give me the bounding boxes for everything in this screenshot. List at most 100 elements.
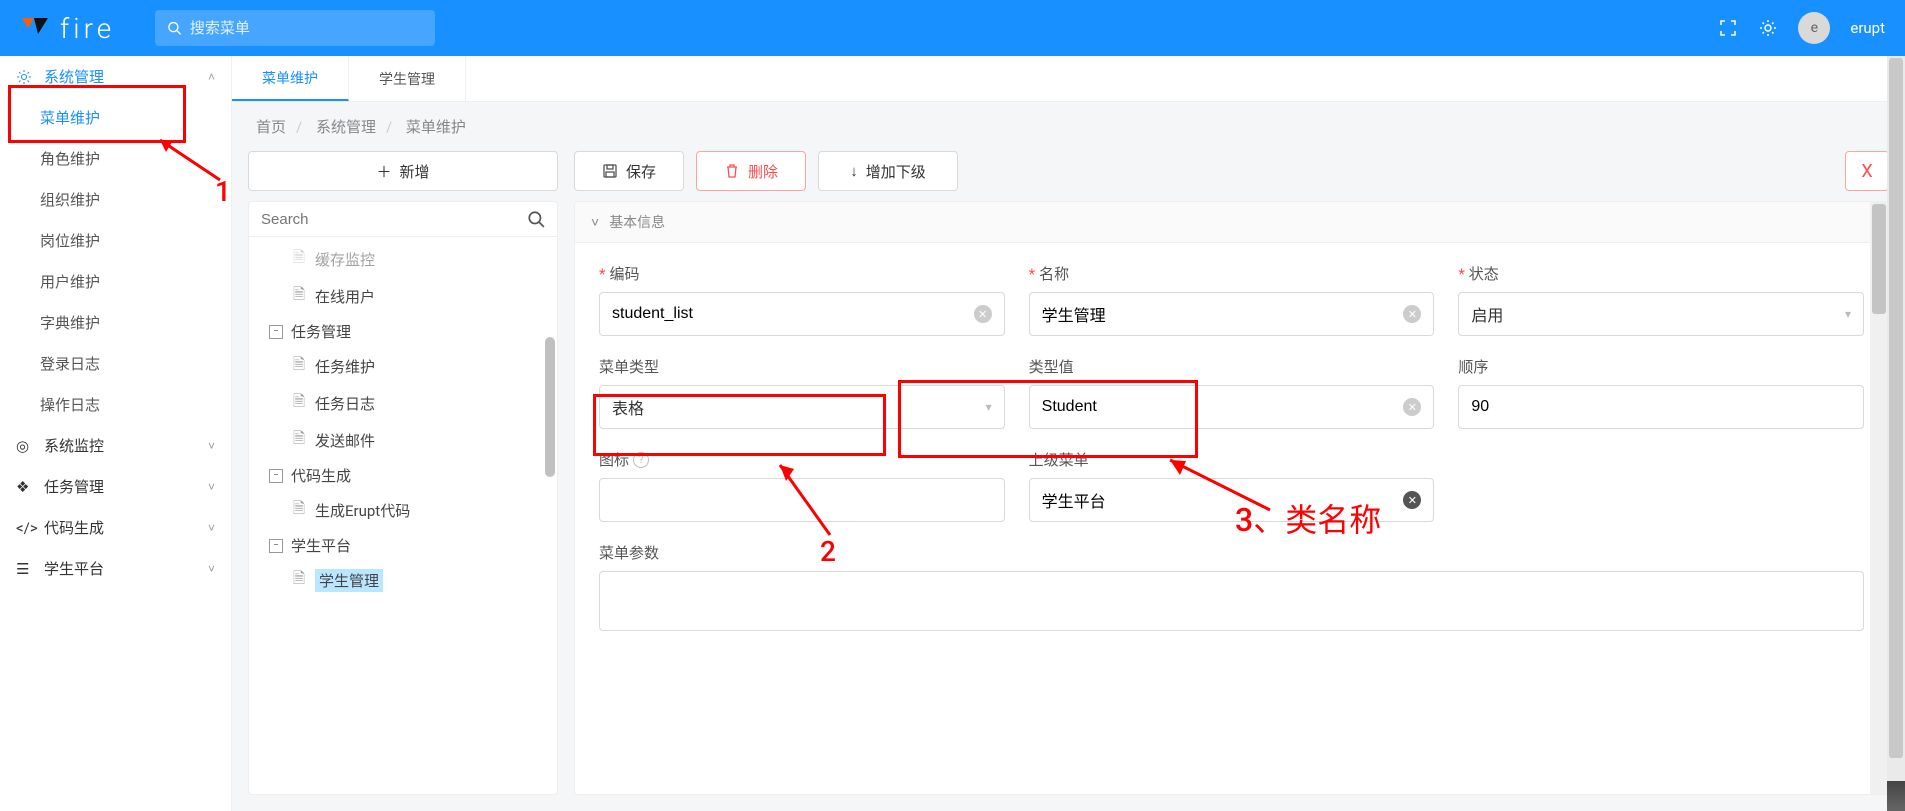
plus-icon: ＋ <box>376 161 391 182</box>
search-icon <box>167 20 182 36</box>
field-order: 顺序 <box>1458 356 1864 429</box>
tree-node[interactable]: 🗎在线用户 <box>249 278 557 315</box>
scrollbar-thumb[interactable] <box>1872 204 1886 314</box>
help-icon[interactable]: ? <box>633 452 649 468</box>
list-icon: ☰ <box>16 560 34 578</box>
close-button[interactable]: X <box>1845 151 1889 191</box>
crumb-menu: 菜单维护 <box>406 118 466 136</box>
collapse-icon[interactable]: − <box>269 469 283 483</box>
chevron-down-icon: ▾ <box>986 400 992 414</box>
tab-student-mgmt[interactable]: 学生管理 <box>349 56 466 101</box>
sidebar-item-post[interactable]: 岗位维护 <box>0 220 231 261</box>
status-select[interactable]: 启用 ▾ <box>1458 292 1864 336</box>
tree-panel: ＋ 新增 🗎缓存监控 🗎在线用户 −任务管理 🗎任务维护 <box>248 151 558 795</box>
close-icon: X <box>1861 161 1872 182</box>
crumb-system[interactable]: 系统管理 <box>316 118 376 136</box>
target-icon: ◎ <box>16 437 34 455</box>
field-parent: 上级菜单 ✕ <box>1029 449 1435 522</box>
download-icon: ↓ <box>850 162 858 180</box>
breadcrumb: 首页/ 系统管理/ 菜单维护 <box>232 102 1905 151</box>
menu-search[interactable] <box>155 10 435 46</box>
sidebar-item-menu[interactable]: 菜单维护 <box>0 97 231 138</box>
sidebar-item-user[interactable]: 用户维护 <box>0 261 231 302</box>
field-menu-type: 菜单类型 表格 ▾ <box>599 356 1005 429</box>
sidebar-item-loginlog[interactable]: 登录日志 <box>0 343 231 384</box>
sidebar: 系统管理 ˄ 菜单维护 角色维护 组织维护 岗位维护 用户维护 字典维护 登录日… <box>0 56 232 811</box>
params-textarea[interactable] <box>599 571 1864 631</box>
tree-search-input[interactable] <box>261 211 527 228</box>
tree-node[interactable]: 🗎缓存监控 <box>249 241 557 278</box>
tree-search[interactable] <box>249 202 557 237</box>
menu-search-input[interactable] <box>190 20 423 37</box>
main-area: 菜单维护 学生管理 首页/ 系统管理/ 菜单维护 ＋ 新增 <box>232 56 1905 811</box>
add-child-button[interactable]: ↓ 增加下级 <box>818 151 958 191</box>
field-params: 菜单参数 <box>599 542 1864 631</box>
order-input[interactable] <box>1458 385 1864 429</box>
tree-node-selected[interactable]: 🗎学生管理 <box>249 562 557 599</box>
file-icon: 🗎 <box>293 391 307 416</box>
clear-icon[interactable]: ✕ <box>974 305 992 323</box>
sidebar-group-codegen[interactable]: </> 代码生成 ˅ <box>0 507 231 548</box>
code-icon: </> <box>16 519 34 537</box>
field-code: *编码 ✕ <box>599 263 1005 336</box>
sidebar-item-org[interactable]: 组织维护 <box>0 179 231 220</box>
chevron-down-icon: ˅ <box>208 562 215 576</box>
sidebar-item-dict[interactable]: 字典维护 <box>0 302 231 343</box>
type-value-input[interactable]: ✕ <box>1029 385 1435 429</box>
add-button[interactable]: ＋ 新增 <box>248 151 558 191</box>
tree-node[interactable]: −任务管理 <box>249 315 557 348</box>
field-status: *状态 启用 ▾ <box>1458 263 1864 336</box>
delete-button[interactable]: 删除 <box>696 151 806 191</box>
code-input[interactable]: ✕ <box>599 292 1005 336</box>
username[interactable]: erupt <box>1850 19 1885 37</box>
sidebar-group-task[interactable]: ❖ 任务管理 ˅ <box>0 466 231 507</box>
tab-menu-maint[interactable]: 菜单维护 <box>232 56 349 101</box>
fullscreen-icon[interactable] <box>1718 18 1738 38</box>
file-icon: 🗎 <box>293 284 307 309</box>
gear-icon[interactable] <box>1758 18 1778 38</box>
icon-input[interactable] <box>599 478 1005 522</box>
scrollbar-thumb[interactable] <box>1889 58 1903 758</box>
field-name: *名称 ✕ <box>1029 263 1435 336</box>
clear-icon[interactable]: ✕ <box>1403 398 1421 416</box>
scrollbar[interactable] <box>1870 202 1888 794</box>
sidebar-group-monitor[interactable]: ◎ 系统监控 ˅ <box>0 425 231 466</box>
file-icon: 🗎 <box>293 498 307 523</box>
sidebar-item-role[interactable]: 角色维护 <box>0 138 231 179</box>
corner-indicator <box>1887 781 1905 811</box>
file-icon: 🗎 <box>293 247 307 272</box>
tree-node[interactable]: −代码生成 <box>249 459 557 492</box>
scrollbar-thumb[interactable] <box>545 337 555 477</box>
tree-node[interactable]: 🗎发送邮件 <box>249 422 557 459</box>
name-input[interactable]: ✕ <box>1029 292 1435 336</box>
clear-icon[interactable]: ✕ <box>1403 491 1421 509</box>
field-type-value: 类型值 ✕ <box>1029 356 1435 429</box>
tree-node[interactable]: 🗎任务日志 <box>249 385 557 422</box>
flame-icon <box>20 16 50 40</box>
app-logo: fire <box>20 12 115 45</box>
tabs: 菜单维护 学生管理 <box>232 56 1905 102</box>
app-header: fire e erupt <box>0 0 1905 56</box>
menu-type-select[interactable]: 表格 ▾ <box>599 385 1005 429</box>
sidebar-item-oplog[interactable]: 操作日志 <box>0 384 231 425</box>
tree-node[interactable]: −学生平台 <box>249 529 557 562</box>
sidebar-group-system[interactable]: 系统管理 ˄ <box>0 56 231 97</box>
gear-icon <box>16 69 34 85</box>
save-button[interactable]: 保存 <box>574 151 684 191</box>
file-icon: 🗎 <box>293 428 307 453</box>
collapse-icon[interactable]: − <box>269 325 283 339</box>
page-scrollbar[interactable] <box>1887 56 1905 811</box>
user-avatar[interactable]: e <box>1798 12 1830 44</box>
tree-node[interactable]: 🗎生成Erupt代码 <box>249 492 557 529</box>
sidebar-group-student[interactable]: ☰ 学生平台 ˅ <box>0 548 231 589</box>
tree-body[interactable]: 🗎缓存监控 🗎在线用户 −任务管理 🗎任务维护 🗎任务日志 🗎发送邮件 −代码生… <box>249 237 557 794</box>
clear-icon[interactable]: ✕ <box>1403 305 1421 323</box>
parent-input[interactable]: ✕ <box>1029 478 1435 522</box>
cubes-icon: ❖ <box>16 478 34 496</box>
chevron-down-icon: ˅ <box>208 480 215 494</box>
crumb-home[interactable]: 首页 <box>256 118 286 136</box>
search-icon[interactable] <box>527 210 545 228</box>
collapse-icon[interactable]: − <box>269 539 283 553</box>
tree-node[interactable]: 🗎任务维护 <box>249 348 557 385</box>
section-header[interactable]: ˅ 基本信息 <box>575 202 1888 243</box>
